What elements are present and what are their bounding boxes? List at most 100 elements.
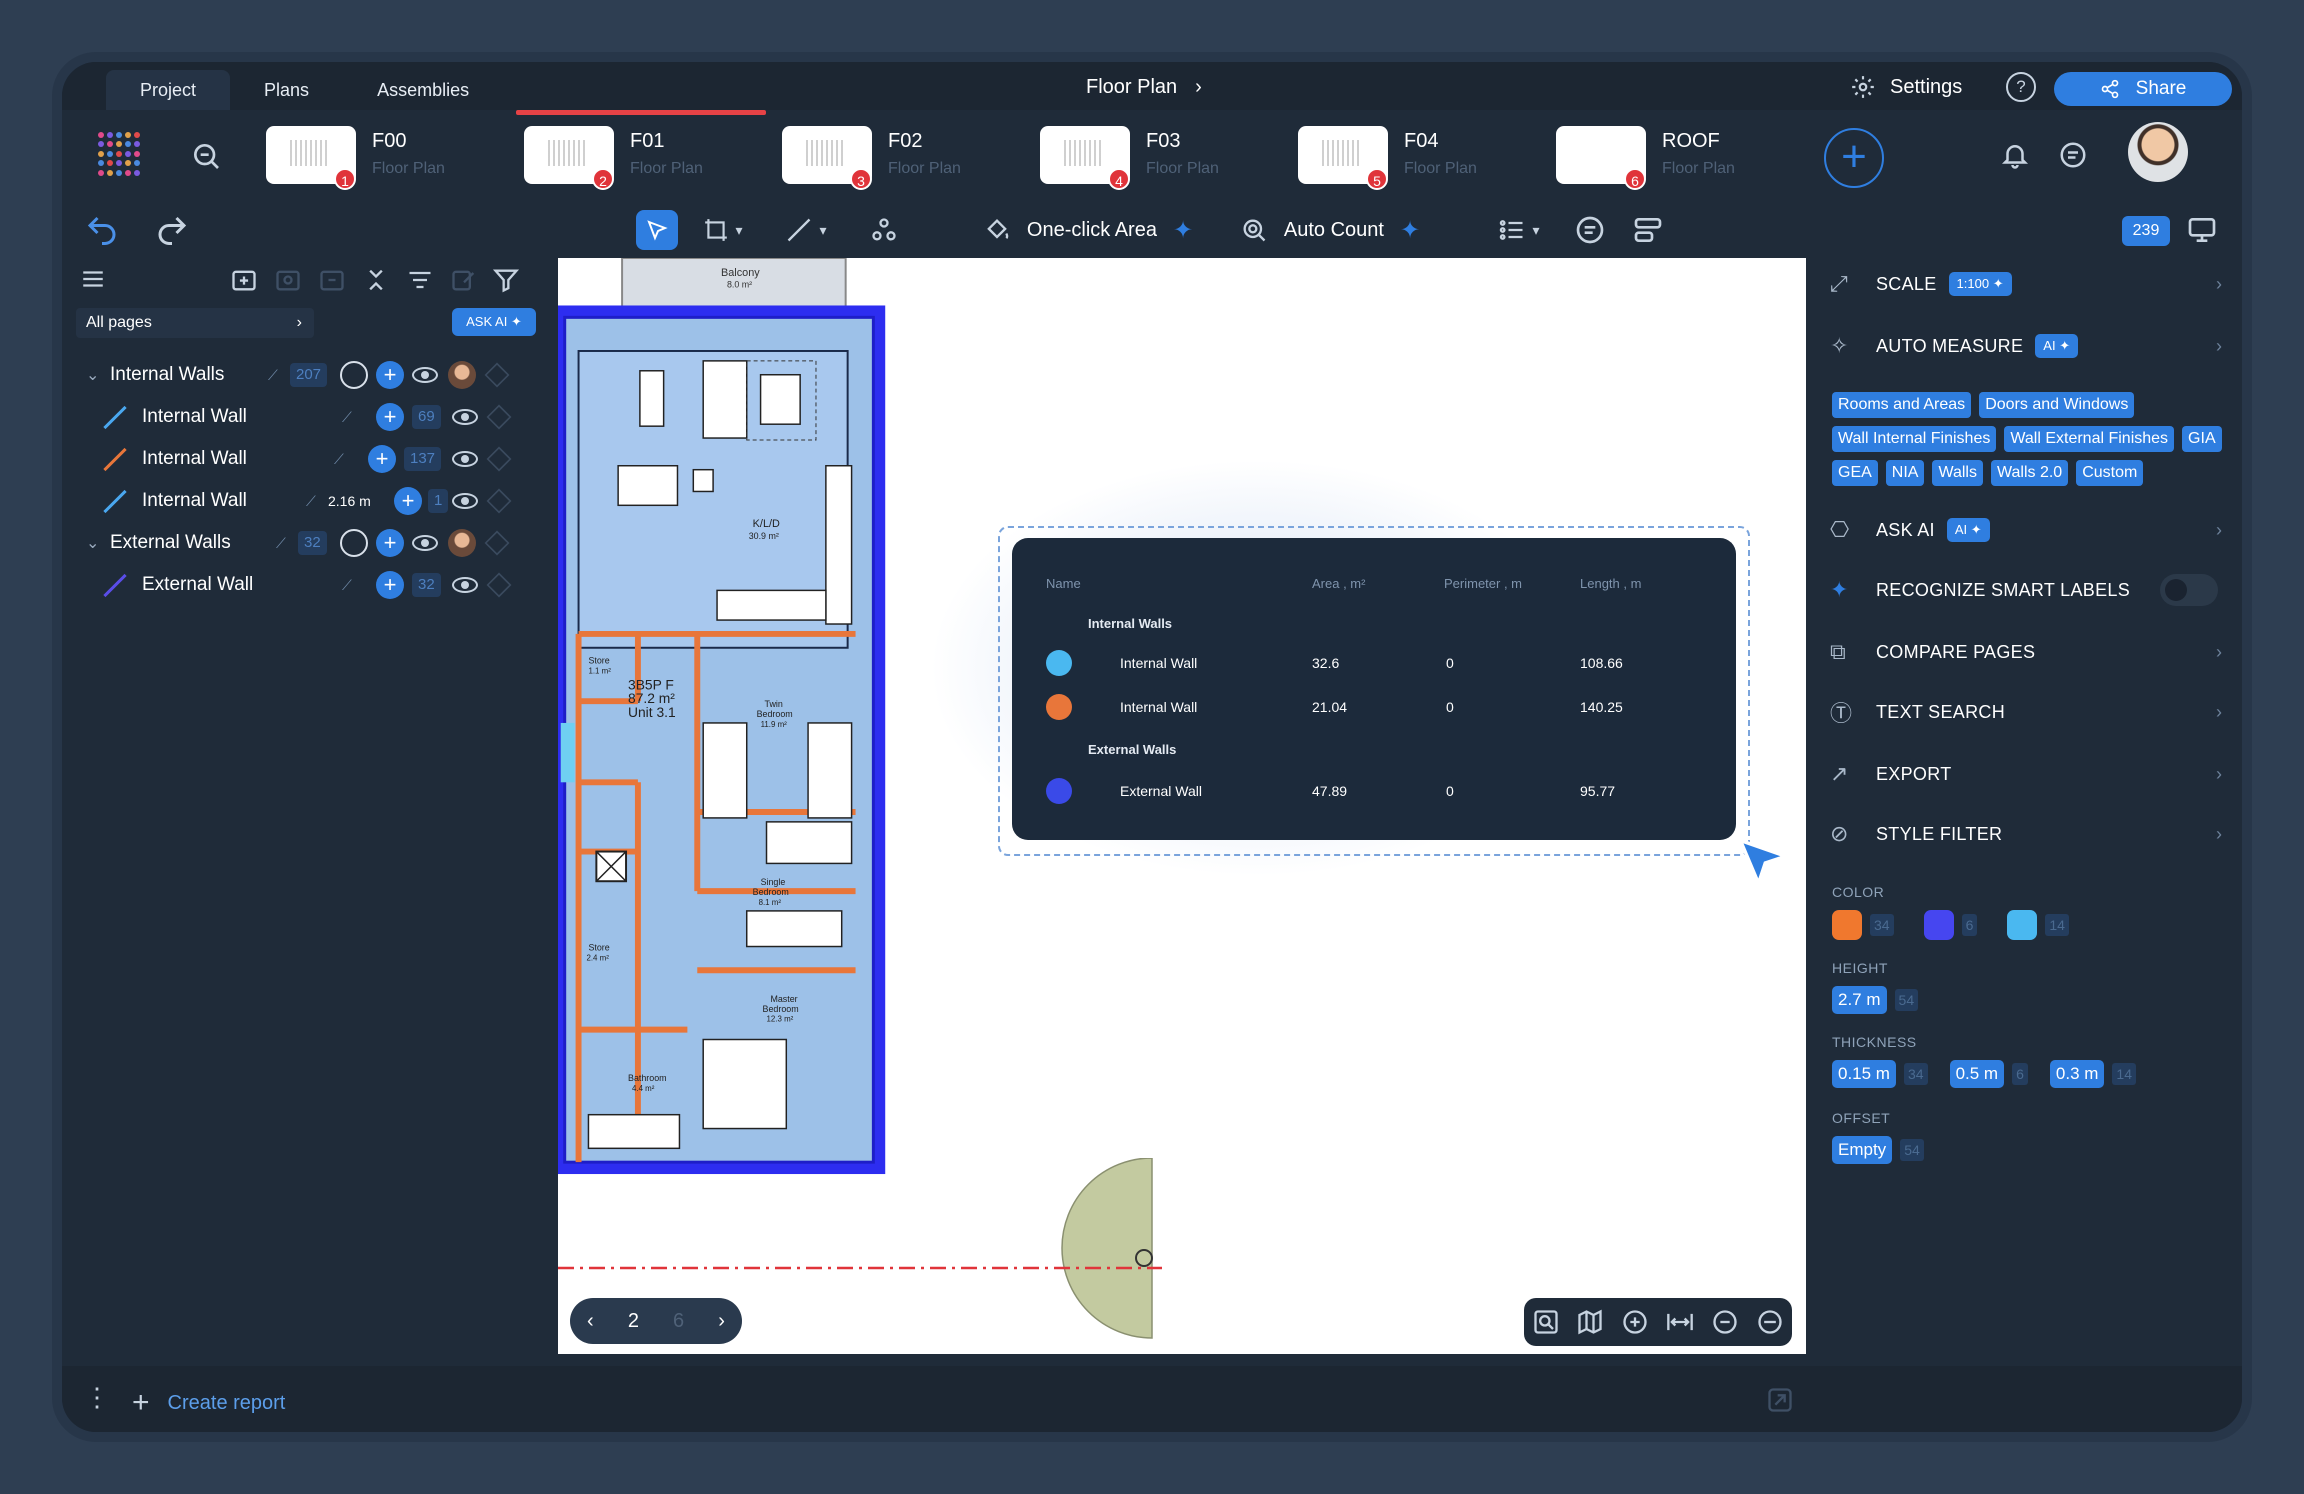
add-item-button[interactable]: + bbox=[376, 571, 404, 599]
search-zoom-icon[interactable] bbox=[190, 140, 222, 172]
tab-plans[interactable]: Plans bbox=[230, 70, 343, 110]
count-tool-button[interactable] bbox=[864, 210, 904, 250]
chip-custom[interactable]: Custom bbox=[2076, 460, 2144, 486]
table-row[interactable]: External Wall 47.89 0 95.77 bbox=[1012, 776, 1736, 806]
color-swatch-blue[interactable] bbox=[1923, 910, 1954, 940]
assignee-avatar[interactable] bbox=[448, 361, 476, 389]
edit-icon[interactable] bbox=[450, 266, 478, 294]
comment-icon[interactable] bbox=[1574, 210, 1606, 250]
chip-gia[interactable]: GIA bbox=[2182, 426, 2222, 452]
avatar[interactable] bbox=[2128, 122, 2188, 182]
chip-wall-external-finishes[interactable]: Wall External Finishes bbox=[2004, 426, 2175, 452]
next-page-number[interactable]: 6 bbox=[673, 1310, 684, 1333]
page-scope-selector[interactable]: All pages › bbox=[76, 308, 314, 338]
chip-walls-2[interactable]: Walls 2.0 bbox=[1990, 460, 2069, 486]
comments-icon[interactable] bbox=[2058, 140, 2088, 170]
area-tool-button[interactable]: ▾ bbox=[698, 210, 748, 250]
line-tool-button[interactable]: ▾ bbox=[778, 210, 834, 250]
add-item-button[interactable]: + bbox=[394, 487, 422, 515]
help-icon[interactable]: ? bbox=[2006, 72, 2036, 102]
ask-ai-row[interactable]: ⎔ ASK AI AI ✦ › bbox=[1830, 510, 2222, 550]
thickness-value-chip[interactable]: 0.3 m bbox=[2049, 1060, 2105, 1088]
settings-button[interactable]: Settings bbox=[1850, 74, 1962, 100]
color-swatch-light-blue[interactable] bbox=[2007, 910, 2038, 940]
add-item-button[interactable]: + bbox=[376, 403, 404, 431]
tree-group-internal-walls[interactable]: ⌄ Internal Walls ⟋ 207 + bbox=[62, 354, 558, 396]
table-row[interactable]: Internal Wall 32.6 0 108.66 bbox=[1012, 648, 1736, 678]
page-card-f02[interactable]: 3 F02 Floor Plan bbox=[774, 110, 1032, 202]
3d-cube-icon[interactable] bbox=[486, 572, 512, 598]
document-title[interactable]: Floor Plan › bbox=[1086, 76, 1202, 99]
offset-value-chip[interactable]: Empty bbox=[1832, 1136, 1893, 1164]
chip-doors-and-windows[interactable]: Doors and Windows bbox=[1979, 392, 2135, 418]
add-folder-icon[interactable] bbox=[230, 266, 258, 294]
auto-measure-row[interactable]: ✧ AUTO MEASURE AI ✦ › bbox=[1830, 326, 2222, 366]
move-folder-icon[interactable] bbox=[318, 266, 346, 294]
zoom-in-icon[interactable] bbox=[1621, 1308, 1649, 1336]
page-card-f04[interactable]: 5 F04 Floor Plan bbox=[1290, 110, 1548, 202]
table-row[interactable]: Internal Wall 21.04 0 140.25 bbox=[1012, 692, 1736, 722]
share-button[interactable]: Share bbox=[2054, 72, 2232, 106]
recognize-smart-labels-toggle[interactable] bbox=[2160, 574, 2218, 606]
add-item-button[interactable]: + bbox=[376, 529, 404, 557]
3d-view-icon[interactable] bbox=[1756, 1308, 1784, 1336]
more-vertical-icon[interactable]: ⋮ bbox=[84, 1382, 110, 1413]
add-item-button[interactable]: + bbox=[376, 361, 404, 389]
list-view-button[interactable]: ▾ bbox=[1486, 210, 1552, 250]
expand-panel-icon[interactable] bbox=[1766, 1386, 1794, 1414]
ask-ai-button[interactable]: ASK AI ✦ bbox=[452, 308, 536, 336]
chip-wall-internal-finishes[interactable]: Wall Internal Finishes bbox=[1832, 426, 1997, 452]
height-value-chip[interactable]: 2.7 m bbox=[1832, 986, 1887, 1014]
3d-cube-icon[interactable] bbox=[484, 530, 510, 556]
zoom-out-icon[interactable] bbox=[1711, 1308, 1739, 1336]
tab-assemblies[interactable]: Assemblies bbox=[343, 70, 503, 110]
style-filter-row[interactable]: ⊘ STYLE FILTER › bbox=[1830, 814, 2222, 854]
chip-rooms-and-areas[interactable]: Rooms and Areas bbox=[1832, 392, 1972, 418]
app-logo[interactable] bbox=[98, 132, 142, 176]
style-filter-icon[interactable] bbox=[1632, 210, 1664, 250]
scale-value-badge[interactable]: 1:100 ✦ bbox=[1948, 272, 2012, 296]
text-search-row[interactable]: Ⓣ TEXT SEARCH › bbox=[1830, 692, 2222, 732]
eye-icon[interactable] bbox=[452, 577, 478, 593]
menu-icon[interactable] bbox=[80, 266, 106, 292]
chevron-down-icon[interactable]: ⌄ bbox=[86, 533, 99, 553]
select-tool-button[interactable] bbox=[636, 210, 678, 250]
zoom-area-icon[interactable] bbox=[1532, 1308, 1560, 1336]
eye-icon[interactable] bbox=[452, 493, 478, 509]
visibility-circle-icon[interactable] bbox=[340, 361, 368, 389]
fit-width-icon[interactable] bbox=[1665, 1308, 1695, 1336]
tree-group-external-walls[interactable]: ⌄ External Walls ⟋ 32 + bbox=[62, 522, 558, 564]
current-page-number[interactable]: 2 bbox=[628, 1310, 639, 1333]
add-page-button[interactable]: + bbox=[1824, 128, 1884, 188]
tab-project[interactable]: Project bbox=[106, 70, 231, 110]
one-click-area-button[interactable]: One-click Area ✦ bbox=[958, 210, 1218, 250]
compare-pages-row[interactable]: ⧉ COMPARE PAGES › bbox=[1830, 632, 2222, 672]
chip-walls[interactable]: Walls bbox=[1932, 460, 1983, 486]
add-item-button[interactable]: + bbox=[368, 445, 396, 473]
assignee-avatar[interactable] bbox=[448, 529, 476, 557]
tree-item-internal-wall[interactable]: Internal Wall ⟋ + 137 bbox=[62, 438, 558, 480]
chip-nia[interactable]: NIA bbox=[1885, 460, 1925, 486]
chevron-right-icon[interactable]: › bbox=[718, 1310, 725, 1333]
collapse-icon[interactable] bbox=[362, 266, 390, 294]
sort-icon[interactable] bbox=[406, 266, 434, 294]
create-report-button[interactable]: + Create report bbox=[132, 1386, 285, 1420]
tree-item-internal-wall[interactable]: Internal Wall ⟋ 2.16 m + 1 bbox=[62, 480, 558, 522]
3d-cube-icon[interactable] bbox=[486, 404, 512, 430]
redo-icon[interactable] bbox=[154, 210, 190, 250]
tree-item-external-wall[interactable]: External Wall ⟋ + 32 bbox=[62, 564, 558, 606]
monitor-icon[interactable] bbox=[2186, 210, 2218, 250]
chevron-left-icon[interactable]: ‹ bbox=[587, 1310, 594, 1333]
chevron-down-icon[interactable]: ⌄ bbox=[86, 365, 99, 385]
3d-cube-icon[interactable] bbox=[484, 362, 510, 388]
thickness-value-chip[interactable]: 0.15 m bbox=[1832, 1060, 1896, 1088]
3d-cube-icon[interactable] bbox=[486, 446, 512, 472]
chip-gea[interactable]: GEA bbox=[1832, 460, 1878, 486]
visibility-circle-icon[interactable] bbox=[340, 529, 368, 557]
map-icon[interactable] bbox=[1576, 1308, 1604, 1336]
eye-icon[interactable] bbox=[452, 451, 478, 467]
3d-cube-icon[interactable] bbox=[486, 488, 512, 514]
tree-item-internal-wall[interactable]: Internal Wall ⟋ + 69 bbox=[62, 396, 558, 438]
color-swatch-orange[interactable] bbox=[1832, 910, 1862, 940]
undo-icon[interactable] bbox=[84, 210, 120, 250]
